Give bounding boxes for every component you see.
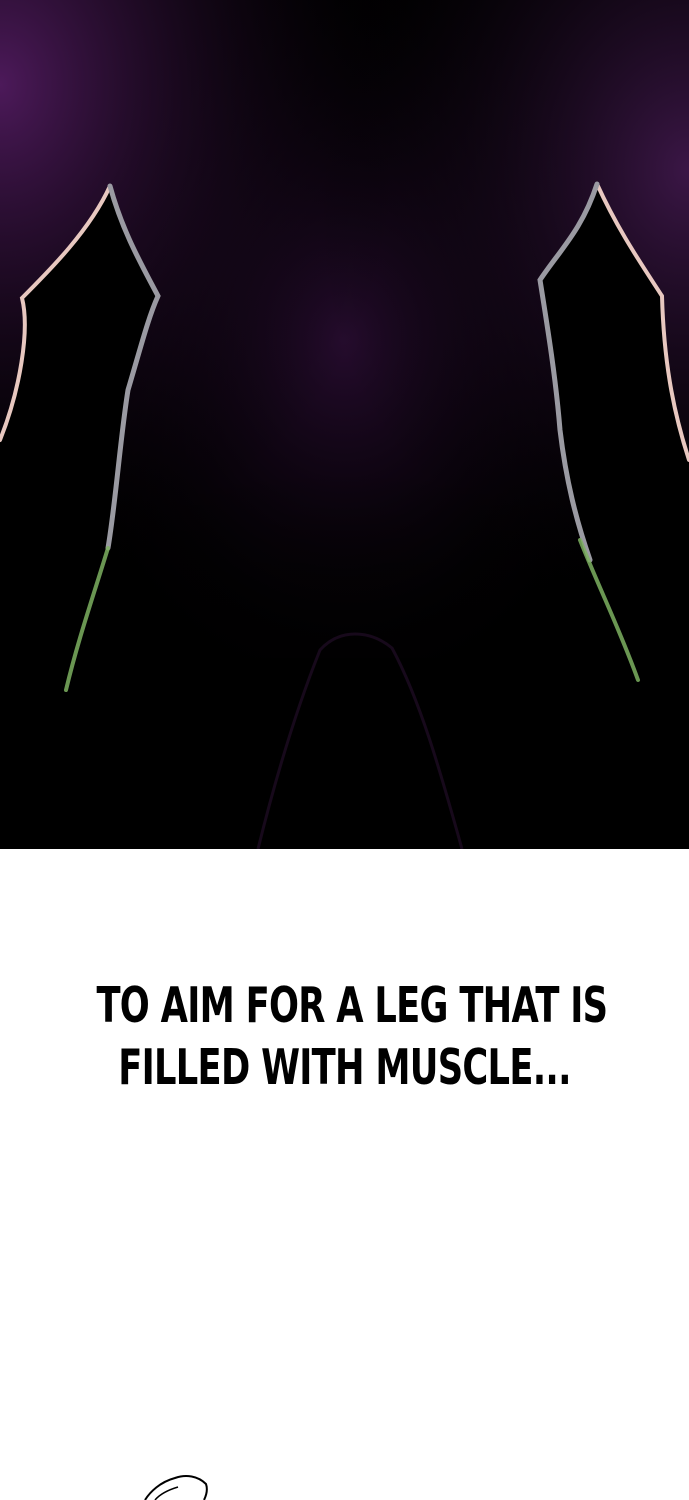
sketch-fragment-illustration [144, 1475, 208, 1500]
caption-line-1: TO AIM FOR A LEG THAT IS [96, 977, 608, 1034]
legs-silhouette-illustration [0, 0, 689, 849]
caption-line-2: FILLED WITH MUSCLE... [118, 1039, 571, 1096]
dark-panel-legs [0, 0, 689, 849]
comic-page: TO AIM FOR A LEG THAT IS FILLED WITH MUS… [0, 0, 689, 1500]
caption-text: TO AIM FOR A LEG THAT IS FILLED WITH MUS… [96, 975, 608, 1099]
